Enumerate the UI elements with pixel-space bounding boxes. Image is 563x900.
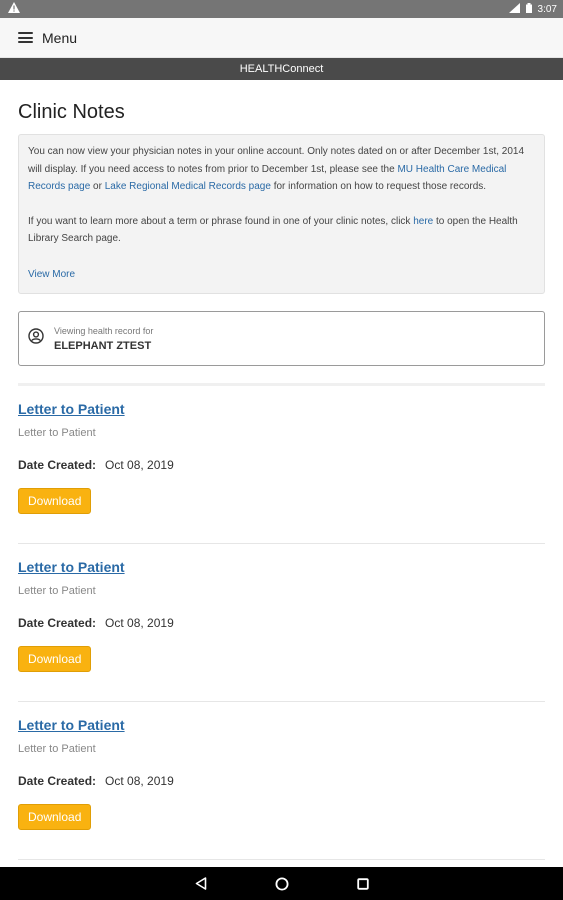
info-text: or xyxy=(90,181,105,192)
health-record-selector[interactable]: Viewing health record for ELEPHANT ZTEST xyxy=(18,311,545,366)
info-box: You can now view your physician notes in… xyxy=(18,134,545,294)
note-title-link[interactable]: Letter to Patient xyxy=(18,559,545,575)
note-card: Letter to Patient Letter to Patient Date… xyxy=(18,702,545,860)
note-date-row: Date Created: Oct 08, 2019 xyxy=(18,774,545,788)
health-library-link[interactable]: here xyxy=(413,216,433,227)
note-title-link[interactable]: Letter to Patient xyxy=(18,717,545,733)
home-icon[interactable] xyxy=(275,877,289,891)
page-title: Clinic Notes xyxy=(18,101,125,123)
hamburger-icon[interactable] xyxy=(18,32,33,43)
navigation-bar xyxy=(0,867,563,900)
date-created-value: Oct 08, 2019 xyxy=(105,458,174,472)
note-date-row: Date Created: Oct 08, 2019 xyxy=(18,458,545,472)
info-text: for information on how to request those … xyxy=(270,181,487,192)
brand-bar: HEALTHConnect xyxy=(0,58,563,80)
person-icon xyxy=(28,328,54,349)
note-card: Letter to Patient Letter to Patient Date… xyxy=(18,544,545,702)
note-subtitle: Letter to Patient xyxy=(18,427,96,439)
status-right: 3:07 xyxy=(508,2,557,16)
menu-button[interactable]: Menu xyxy=(42,30,77,46)
info-paragraph-1: You can now view your physician notes in… xyxy=(28,143,535,196)
info-text: If you want to learn more about a term o… xyxy=(28,215,414,227)
note-title-link[interactable]: Letter to Patient xyxy=(18,401,545,417)
record-caption: Viewing health record for xyxy=(54,325,154,336)
back-icon[interactable] xyxy=(195,877,207,890)
record-lines: Viewing health record for ELEPHANT ZTEST xyxy=(54,326,153,352)
note-card: Letter to Patient Letter to Patient Date… xyxy=(18,386,545,544)
date-created-label: Date Created: xyxy=(18,458,97,472)
lake-regional-records-link[interactable]: Lake Regional Medical Records page xyxy=(105,181,271,192)
status-time: 3:07 xyxy=(537,3,557,15)
record-patient-name: ELEPHANT ZTEST xyxy=(54,339,152,352)
signal-icon xyxy=(508,2,520,16)
date-created-label: Date Created: xyxy=(18,774,97,788)
date-created-value: Oct 08, 2019 xyxy=(105,774,174,788)
note-subtitle: Letter to Patient xyxy=(18,585,96,597)
recents-icon[interactable] xyxy=(356,877,369,890)
note-subtitle: Letter to Patient xyxy=(18,743,96,755)
date-created-value: Oct 08, 2019 xyxy=(105,616,174,630)
view-more-link[interactable]: View More xyxy=(28,266,75,284)
main-content: Clinic Notes You can now view your physi… xyxy=(0,80,563,867)
app-header: Menu xyxy=(0,18,563,58)
battery-icon xyxy=(525,2,532,16)
note-date-row: Date Created: Oct 08, 2019 xyxy=(18,616,545,630)
status-bar: 3:07 xyxy=(0,0,563,18)
download-button[interactable]: Download xyxy=(18,804,92,830)
date-created-label: Date Created: xyxy=(18,616,97,630)
info-paragraph-2: If you want to learn more about a term o… xyxy=(28,213,535,248)
warning-icon xyxy=(8,2,20,16)
download-button[interactable]: Download xyxy=(18,488,92,514)
download-button[interactable]: Download xyxy=(18,646,92,672)
